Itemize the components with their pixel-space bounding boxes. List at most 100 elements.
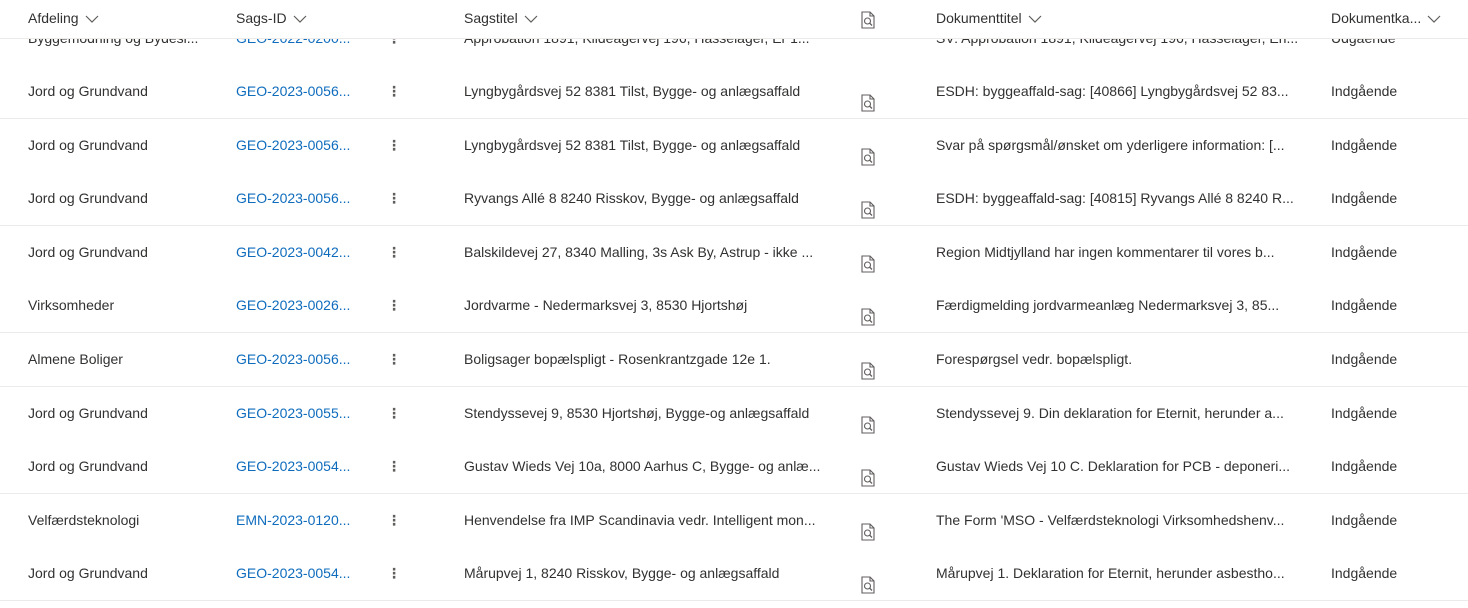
cell-dokumenttype: Indgående: [1331, 512, 1398, 528]
cell-dokumenttype: Indgående: [1331, 190, 1398, 206]
cell-afdeling: Jord og Grundvand: [28, 190, 148, 206]
chevron-down-icon: [524, 14, 538, 24]
cell-dokumenttype: Indgående: [1331, 244, 1398, 260]
row-more-menu-button[interactable]: ⋮: [386, 226, 402, 279]
document-preview-icon: [858, 511, 878, 547]
document-preview-button[interactable]: [858, 440, 878, 493]
cell-sags-id-link[interactable]: EMN-2023-0120...: [236, 494, 356, 547]
cell-sags-id-link[interactable]: GEO-2023-0056...: [236, 65, 356, 118]
row-more-menu-button[interactable]: ⋮: [386, 387, 402, 440]
document-preview-button[interactable]: [858, 226, 878, 279]
cell-dokumenttitel[interactable]: Region Midtjylland har ingen kommentarer…: [936, 226, 1308, 279]
column-header-label: Dokumentka...: [1331, 10, 1422, 26]
cell-dokumenttitel[interactable]: Svar på spørgsmål/ønsket om yderligere i…: [936, 119, 1308, 172]
document-preview-icon: [858, 82, 878, 118]
document-preview-button[interactable]: [858, 333, 878, 386]
cell-sags-id-link[interactable]: GEO-2023-0056...: [236, 172, 356, 225]
cell-dokumenttype: Indgående: [1331, 297, 1398, 313]
cell-dokumenttype: Indgående: [1331, 458, 1398, 474]
row-more-menu-button[interactable]: ⋮: [386, 333, 402, 386]
cell-sags-id-link[interactable]: GEO-2023-0054...: [236, 547, 356, 600]
table-row[interactable]: Jord og Grundvand GEO-2023-0042... ⋮ Balski…: [0, 226, 1468, 280]
document-preview-button[interactable]: [858, 172, 878, 225]
document-preview-button[interactable]: [858, 279, 878, 332]
cell-sags-id-link[interactable]: GEO-2023-0026...: [236, 279, 356, 332]
cell-sagstitel: Boligsager bopælspligt - Rosenkrantzgade…: [464, 351, 771, 367]
table-row[interactable]: Virksomheder GEO-2023-0026... ⋮ Jordvarme -…: [0, 279, 1468, 333]
cell-dokumenttitel[interactable]: The Form 'MSO - Velfærdsteknologi Virkso…: [936, 494, 1308, 547]
cell-sags-id-link[interactable]: GEO-2023-0056...: [236, 333, 356, 386]
column-header-afdeling[interactable]: Afdeling: [28, 0, 99, 38]
table-row[interactable]: Jord og Grundvand GEO-2023-0054... ⋮ Mårupv…: [0, 547, 1468, 601]
table-row[interactable]: Almene Boliger GEO-2023-0056... ⋮ Boligsage…: [0, 333, 1468, 387]
column-header-dokumenttype[interactable]: Dokumentka...: [1331, 0, 1441, 38]
document-preview-icon: [858, 189, 878, 225]
column-header-label: Afdeling: [28, 10, 79, 26]
document-preview-icon: [858, 136, 878, 172]
table-row[interactable]: Jord og Grundvand GEO-2023-0055... ⋮ Stendy…: [0, 387, 1468, 441]
cell-afdeling: Jord og Grundvand: [28, 405, 148, 421]
table-row[interactable]: Jord og Grundvand GEO-2023-0056... ⋮ Ryvang…: [0, 172, 1468, 226]
row-more-menu-button[interactable]: ⋮: [386, 440, 402, 493]
column-header-label: Dokumenttitel: [936, 10, 1022, 26]
column-header-label: Sagstitel: [464, 10, 518, 26]
chevron-down-icon: [85, 14, 99, 24]
column-header-preview[interactable]: [858, 7, 878, 45]
chevron-down-icon: [293, 14, 307, 24]
cell-dokumenttitel[interactable]: Mårupvej 1. Deklaration for Eternit, her…: [936, 547, 1308, 600]
document-preview-button[interactable]: [858, 119, 878, 172]
row-more-menu-button[interactable]: ⋮: [386, 172, 402, 225]
column-header-sagstitel[interactable]: Sagstitel: [464, 0, 538, 38]
cell-afdeling: Virksomheder: [28, 297, 115, 313]
cell-dokumenttitel[interactable]: Gustav Wieds Vej 10 C. Deklaration for P…: [936, 440, 1308, 493]
row-more-menu-button[interactable]: ⋮: [386, 494, 402, 547]
document-preview-icon: [858, 350, 878, 386]
document-preview-icon: [858, 564, 878, 600]
column-header-row: Afdeling Sags-ID Sagstitel Dokumenttitel…: [0, 0, 1468, 39]
cell-dokumenttype: Indgående: [1331, 565, 1398, 581]
cell-sags-id-link[interactable]: GEO-2023-0042...: [236, 226, 356, 279]
list-body: Byggemodning og Bydesi... GEO-2022-0200.…: [0, 0, 1468, 608]
table-row[interactable]: Jord og Grundvand GEO-2023-0056... ⋮ Lyngby…: [0, 65, 1468, 119]
cell-sagstitel: Balskildevej 27, 8340 Malling, 3s Ask By…: [464, 244, 814, 260]
document-preview-button[interactable]: [858, 547, 878, 600]
cell-dokumenttitel[interactable]: ESDH: byggeaffald-sag: [40815] Ryvangs A…: [936, 172, 1308, 225]
table-row[interactable]: Jord og Grundvand GEO-2023-0056... ⋮ Lyngby…: [0, 119, 1468, 173]
cell-dokumenttype: Indgående: [1331, 351, 1398, 367]
cell-sagstitel: Henvendelse fra IMP Scandinavia vedr. In…: [464, 512, 816, 528]
cell-sags-id-link[interactable]: GEO-2023-0055...: [236, 387, 356, 440]
document-preview-button[interactable]: [858, 387, 878, 440]
row-more-menu-button[interactable]: ⋮: [386, 279, 402, 332]
document-preview-button[interactable]: [858, 494, 878, 547]
document-preview-icon: [858, 457, 878, 493]
cell-afdeling: Jord og Grundvand: [28, 458, 148, 474]
document-preview-button[interactable]: [858, 65, 878, 118]
cell-afdeling: Jord og Grundvand: [28, 137, 148, 153]
column-header-sags-id[interactable]: Sags-ID: [236, 0, 307, 38]
cell-afdeling: Almene Boliger: [28, 351, 123, 367]
cell-sagstitel: Gustav Wieds Vej 10a, 8000 Aarhus C, Byg…: [464, 458, 821, 474]
cell-sags-id-link[interactable]: GEO-2023-0056...: [236, 119, 356, 172]
cell-afdeling: Jord og Grundvand: [28, 565, 148, 581]
row-more-menu-button[interactable]: ⋮: [386, 65, 402, 118]
document-preview-icon: [858, 243, 878, 279]
cell-sagstitel: Mårupvej 1, 8240 Risskov, Bygge- og anlæ…: [464, 565, 780, 581]
chevron-down-icon: [1028, 14, 1042, 24]
cell-afdeling: Jord og Grundvand: [28, 244, 148, 260]
cell-dokumenttype: Indgående: [1331, 405, 1398, 421]
row-more-menu-button[interactable]: ⋮: [386, 547, 402, 600]
row-more-menu-button[interactable]: ⋮: [386, 119, 402, 172]
column-header-dokumenttitel[interactable]: Dokumenttitel: [936, 0, 1042, 38]
column-header-label: Sags-ID: [236, 10, 287, 26]
cell-sags-id-link[interactable]: GEO-2023-0054...: [236, 440, 356, 493]
cell-sagstitel: Lyngbygårdsvej 52 8381 Tilst, Bygge- og …: [464, 83, 801, 99]
document-preview-icon: [858, 296, 878, 332]
document-preview-icon: [858, 404, 878, 440]
document-list: Byggemodning og Bydesi... GEO-2022-0200.…: [0, 0, 1468, 608]
cell-dokumenttitel[interactable]: Stendyssevej 9. Din deklaration for Eter…: [936, 387, 1308, 440]
cell-dokumenttitel[interactable]: Forespørgsel vedr. bopælspligt.: [936, 333, 1308, 386]
table-row[interactable]: Velfærdsteknologi EMN-2023-0120... ⋮ Henven…: [0, 494, 1468, 548]
table-row[interactable]: Jord og Grundvand GEO-2023-0054... ⋮ Gustav…: [0, 440, 1468, 494]
cell-dokumenttitel[interactable]: Færdigmelding jordvarmeanlæg Nedermarksv…: [936, 279, 1308, 332]
cell-dokumenttitel[interactable]: ESDH: byggeaffald-sag: [40866] Lyngbygår…: [936, 65, 1308, 118]
